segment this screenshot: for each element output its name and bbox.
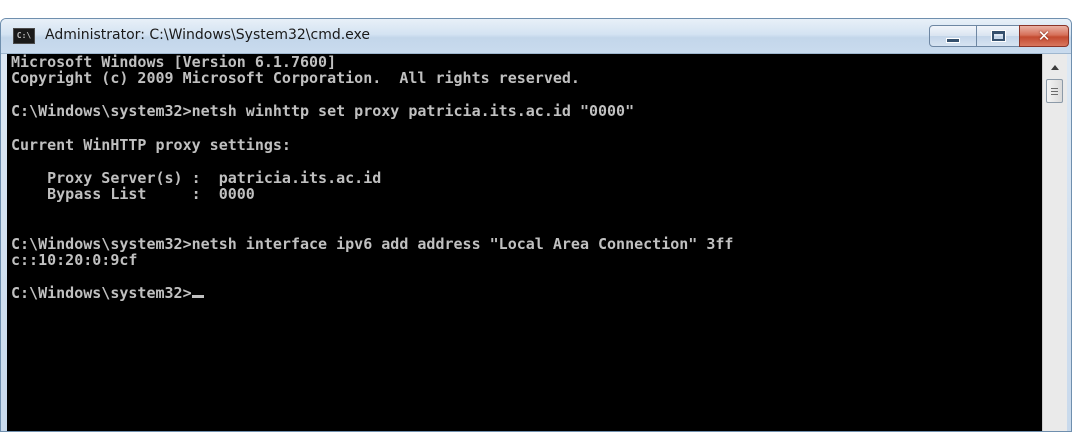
console-output[interactable]: Microsoft Windows [Version 6.1.7600] Cop… — [7, 54, 1042, 431]
window-title: Administrator: C:\Windows\System32\cmd.e… — [45, 27, 371, 43]
minimize-button[interactable] — [929, 25, 977, 47]
grip-line — [1051, 94, 1058, 95]
close-icon: ✕ — [1037, 26, 1051, 45]
chevron-up-icon — [1051, 64, 1059, 70]
console-prompt-row[interactable]: C:\Windows\system32> — [11, 285, 204, 302]
title-bar[interactable]: C:\ Administrator: C:\Windows\System32\c… — [1, 19, 1071, 54]
console-line-copyright: Copyright (c) 2009 Microsoft Corporation… — [11, 69, 580, 87]
cmd-window: C:\ Administrator: C:\Windows\System32\c… — [0, 18, 1072, 432]
console-line-bypass-list: Bypass List : 0000 — [11, 185, 255, 203]
console-prompt: C:\Windows\system32> — [11, 284, 192, 302]
vertical-scrollbar[interactable] — [1042, 54, 1067, 431]
close-button[interactable]: ✕ — [1019, 25, 1069, 47]
maximize-icon — [990, 30, 1006, 42]
minimize-icon — [946, 37, 960, 43]
scroll-up-button[interactable] — [1046, 58, 1064, 76]
console-line-ipv6-wrap: c::10:20:0:9cf — [11, 251, 138, 269]
maximize-button[interactable] — [976, 25, 1020, 47]
console-line-proxy-heading: Current WinHTTP proxy settings: — [11, 136, 291, 154]
grip-line — [1051, 91, 1058, 92]
scroll-thumb[interactable] — [1046, 79, 1063, 103]
console-line-command-proxy: C:\Windows\system32>netsh winhttp set pr… — [11, 102, 635, 120]
cmd-app-icon[interactable]: C:\ — [13, 28, 35, 44]
grip-line — [1051, 88, 1058, 89]
text-cursor — [191, 295, 204, 298]
